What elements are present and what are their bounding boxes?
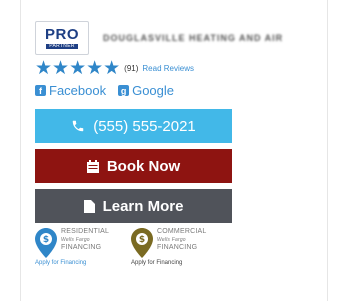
residential-financing[interactable]: $ RESIDENTIAL Wells Fargo FINANCING Appl… (35, 228, 119, 266)
pro-partner-logo: PRO PARTNER (35, 21, 89, 55)
google-icon: g (118, 85, 130, 96)
phone-icon (71, 119, 85, 133)
company-name: DOUGLASVILLE HEATING AND AIR (103, 33, 284, 43)
book-now-button[interactable]: Book Now (35, 149, 232, 183)
learn-more-button[interactable]: Learn More (35, 189, 232, 223)
svg-text:$: $ (43, 235, 49, 245)
svg-text:$: $ (139, 235, 145, 245)
star-rating: ★★★★★ (35, 58, 121, 79)
rating-row: ★★★★★ (91) Read Reviews (35, 59, 194, 78)
book-now-label: Book Now (106, 157, 181, 175)
call-button[interactable]: (555) 555-2021 (35, 109, 232, 143)
financing-line2: Wells Fargo (157, 237, 186, 243)
location-pin-icon: $ (131, 228, 153, 258)
location-pin-icon: $ (35, 228, 57, 258)
google-link[interactable]: g Google (118, 83, 174, 98)
logo-subtext: PARTNER (46, 44, 78, 49)
facebook-link[interactable]: f Facebook (35, 83, 106, 98)
document-icon (83, 199, 95, 213)
calendar-icon (86, 159, 99, 173)
contractor-card: PRO PARTNER DOUGLASVILLE HEATING AND AIR… (20, 0, 328, 301)
read-reviews-link[interactable]: Read Reviews (142, 64, 194, 73)
google-label: Google (132, 83, 175, 98)
commercial-financing[interactable]: $ COMMERCIAL Wells Fargo FINANCING Apply… (131, 228, 215, 266)
review-count: (91) (124, 64, 139, 73)
financing-line1: COMMERCIAL (157, 228, 207, 235)
phone-number: (555) 555-2021 (93, 117, 196, 135)
social-links: f Facebook g Google (35, 83, 186, 98)
financing-line3: FINANCING (157, 244, 198, 251)
facebook-label: Facebook (49, 83, 107, 98)
financing-row: $ RESIDENTIAL Wells Fargo FINANCING Appl… (35, 228, 227, 266)
facebook-icon: f (35, 85, 46, 96)
financing-line2: Wells Fargo (61, 237, 90, 243)
apply-financing-link[interactable]: Apply for Financing (35, 260, 119, 266)
learn-more-label: Learn More (102, 197, 184, 215)
logo-text: PRO (44, 26, 79, 43)
financing-line3: FINANCING (61, 244, 102, 251)
brand-header: PRO PARTNER DOUGLASVILLE HEATING AND AIR (35, 21, 283, 55)
apply-financing-link[interactable]: Apply for Financing (131, 260, 215, 266)
financing-line1: RESIDENTIAL (61, 228, 110, 235)
